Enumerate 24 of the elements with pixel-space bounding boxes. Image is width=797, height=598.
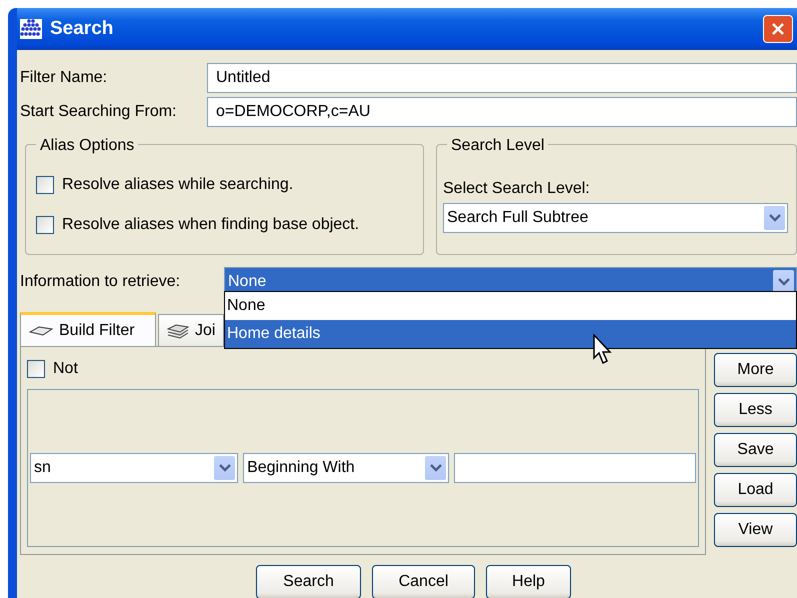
start-from-field[interactable]: o=DEMOCORP,c=AU <box>207 97 797 127</box>
side-button[interactable]: Save <box>714 433 797 467</box>
filter-name-label: Filter Name: <box>20 68 108 88</box>
option-label: Resolve aliases when finding base object. <box>62 215 360 235</box>
side-button[interactable]: Load <box>714 473 797 507</box>
side-button[interactable]: View <box>714 513 797 547</box>
dropdown-option[interactable]: Home details <box>225 320 796 348</box>
dialog-button[interactable]: Cancel <box>372 565 475 598</box>
dialog-button[interactable]: Help <box>486 565 571 598</box>
side-button[interactable]: More <box>714 353 797 387</box>
tab[interactable]: Build Filter <box>20 312 156 346</box>
option-label: Resolve aliases while searching. <box>62 175 294 195</box>
window-title: Search <box>50 16 114 41</box>
not-label: Not <box>53 359 78 379</box>
search-level-dropdown[interactable]: Search Full Subtree <box>443 203 788 233</box>
side-button[interactable]: Less <box>714 393 797 427</box>
start-from-label: Start Searching From: <box>20 102 178 122</box>
search-level-label: Select Search Level: <box>443 179 591 199</box>
operator-dropdown[interactable]: Beginning With <box>243 453 450 483</box>
dialog-button[interactable]: Search <box>256 565 361 598</box>
information-label: Information to retrieve: <box>20 272 182 292</box>
filter-name-field[interactable]: Untitled <box>207 63 797 93</box>
attribute-dropdown[interactable]: sn <box>30 453 238 483</box>
tab[interactable]: Joi <box>158 314 224 346</box>
